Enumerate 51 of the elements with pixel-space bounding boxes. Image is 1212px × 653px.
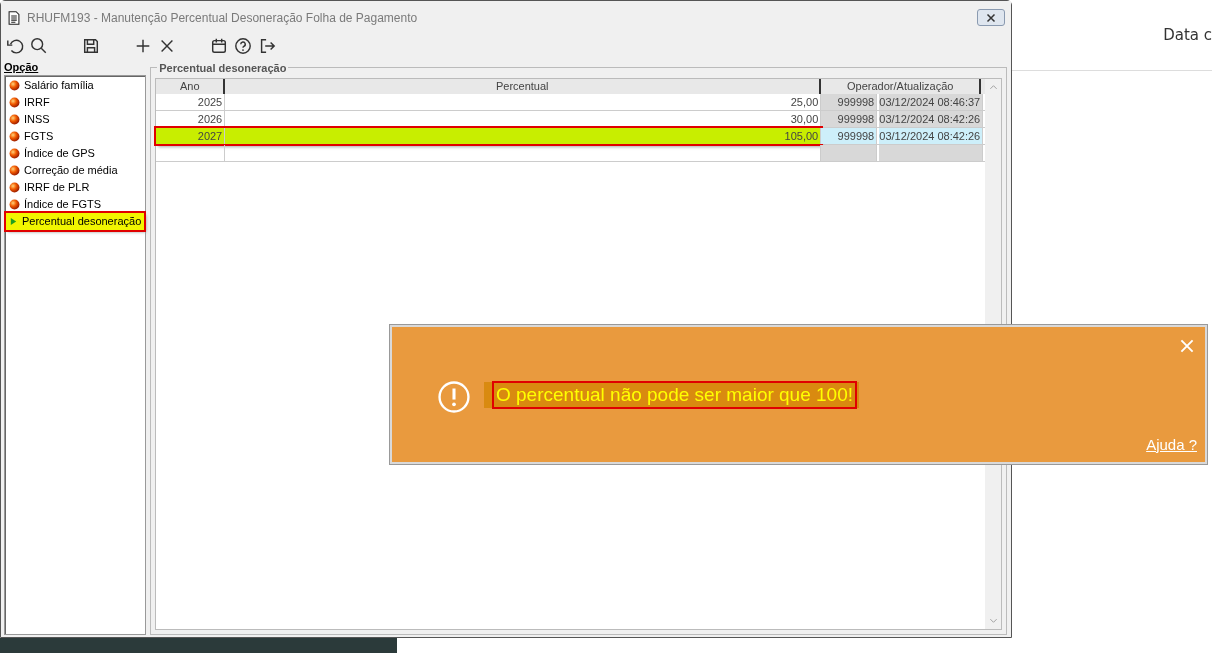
exit-icon	[258, 37, 276, 55]
table-cell: 2027	[156, 128, 226, 144]
empty-row[interactable]	[156, 145, 986, 162]
ball-icon	[9, 114, 20, 125]
table-row[interactable]: 2025 25,00 999998 03/12/2024 08:46:37	[156, 94, 986, 111]
sidebar-item[interactable]: Percentual desoneração	[6, 213, 145, 230]
table-cell: 999998	[821, 128, 878, 144]
sidebar-item[interactable]: Correção de média	[6, 162, 121, 179]
sidebar-item[interactable]: Índice de FGTS	[6, 196, 105, 213]
table-cell: 999998	[821, 94, 878, 110]
help-button[interactable]	[233, 36, 253, 56]
panel-label: Opção	[4, 60, 40, 75]
play-icon	[9, 216, 18, 227]
close-button[interactable]	[977, 9, 1005, 26]
sidebar-item[interactable]: IRRF	[6, 94, 53, 111]
table-cell: 105,00	[225, 128, 822, 144]
table-cell: 2026	[156, 111, 226, 127]
ball-icon	[9, 199, 20, 210]
sidebar-item[interactable]: FGTS	[6, 128, 57, 145]
help-icon	[234, 37, 252, 55]
plus-icon	[134, 37, 152, 55]
header-text: Data c	[1163, 24, 1212, 46]
calendar-icon	[210, 37, 228, 55]
ball-icon	[9, 97, 20, 108]
close-icon	[158, 37, 176, 55]
sidebar-item[interactable]: Salário família	[6, 77, 97, 94]
table-cell: 999998	[821, 111, 878, 127]
ball-icon	[9, 131, 20, 142]
search-button[interactable]	[29, 36, 49, 56]
table-cell: 03/12/2024 08:42:26	[879, 111, 984, 127]
save-icon	[82, 37, 100, 55]
calendar-button[interactable]	[209, 36, 229, 56]
ball-icon	[9, 148, 20, 159]
warning-icon	[437, 380, 471, 414]
ball-icon	[9, 182, 20, 193]
sidebar-item[interactable]: Índice de GPS	[6, 145, 98, 162]
sidebar-item[interactable]: IRRF de PLR	[6, 179, 93, 196]
ball-icon	[9, 80, 20, 91]
window-title: RHUFM193 - Manutenção Percentual Desoneração Folha de Pagamento	[27, 9, 419, 27]
close-icon	[1179, 337, 1195, 354]
ball-icon	[9, 165, 20, 176]
table-cell: 03/12/2024 08:42:26	[879, 128, 984, 144]
close-icon	[986, 12, 996, 23]
table-cell: 03/12/2024 08:46:37	[879, 94, 984, 110]
column-header: Ano	[156, 79, 226, 94]
sidebar-item[interactable]: INSS	[6, 111, 53, 128]
undo-icon	[6, 37, 24, 55]
save-button[interactable]	[81, 36, 101, 56]
search-icon	[30, 37, 48, 55]
table-cell: 2025	[156, 94, 226, 110]
document-icon	[7, 9, 21, 26]
